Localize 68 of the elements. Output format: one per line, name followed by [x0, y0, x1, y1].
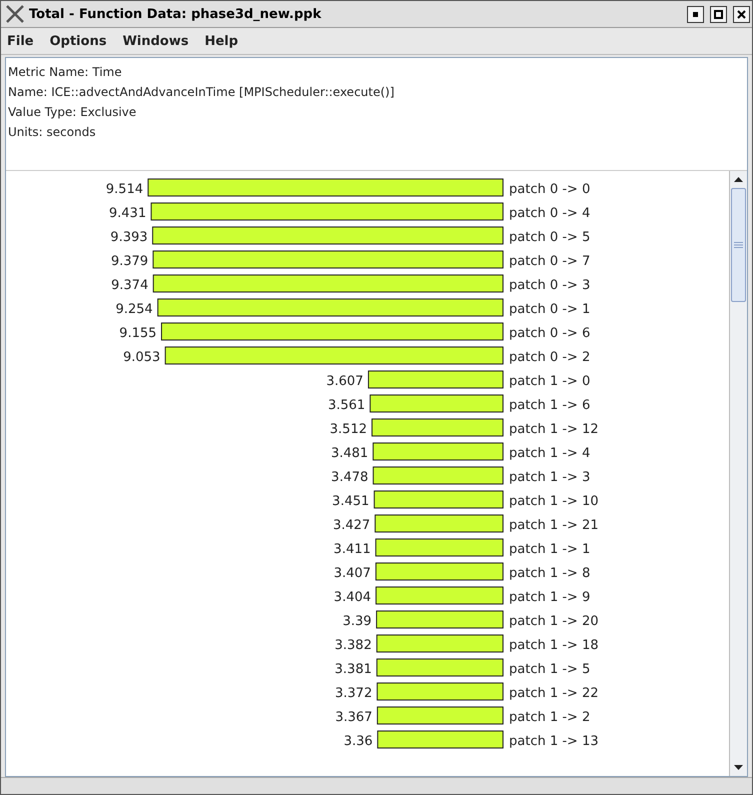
value-label: 3.561 — [328, 398, 366, 413]
value-label: 3.478 — [331, 470, 368, 485]
category-label: patch 0 -> 4 — [509, 206, 590, 221]
menu-item[interactable]: Options — [50, 34, 107, 48]
value-label: 3.39 — [342, 614, 372, 629]
category-label: patch 1 -> 21 — [509, 518, 598, 533]
value-label: 9.514 — [106, 182, 144, 197]
menu-item[interactable]: File — [7, 34, 34, 48]
minimize-icon — [693, 12, 698, 16]
category-label: patch 0 -> 2 — [509, 350, 590, 365]
category-label: patch 1 -> 12 — [509, 422, 598, 437]
category-label: patch 1 -> 10 — [509, 494, 598, 509]
value-label: 3.512 — [330, 422, 367, 437]
value-label: 3.36 — [344, 734, 373, 749]
x-logo-icon — [5, 5, 25, 23]
maximize-button[interactable] — [710, 6, 727, 22]
close-icon — [737, 10, 746, 18]
value-label: 3.427 — [332, 518, 370, 533]
category-label: patch 0 -> 0 — [509, 182, 590, 197]
value-label: 9.053 — [123, 350, 160, 365]
value-label: 9.254 — [116, 302, 153, 317]
value-label: 3.451 — [332, 494, 370, 509]
category-label: patch 1 -> 3 — [509, 470, 590, 485]
close-button[interactable] — [733, 6, 750, 22]
info-text: Metric Name: Time — [8, 64, 123, 81]
menu-item[interactable]: Help — [204, 34, 238, 48]
minimize-button[interactable] — [687, 6, 704, 22]
value-label: 3.607 — [326, 374, 364, 389]
value-label: 9.393 — [110, 230, 148, 245]
maximize-icon — [714, 10, 723, 18]
window-title: Total - Function Data: phase3d_new.ppk — [29, 6, 322, 22]
value-label: 9.431 — [109, 206, 146, 221]
vertical-scrollbar[interactable] — [729, 171, 747, 776]
category-label: patch 1 -> 22 — [509, 686, 598, 701]
value-label: 3.411 — [334, 542, 371, 557]
value-label: 9.374 — [111, 278, 148, 293]
value-label: 3.382 — [334, 638, 372, 653]
info-text: Name: ICE::advectAndAdvanceInTime [MPIScheduler::execute()] — [8, 84, 396, 101]
value-label: 3.481 — [330, 446, 368, 461]
value-label: 9.379 — [110, 254, 148, 269]
category-label: patch 1 -> 4 — [509, 446, 590, 461]
category-label: patch 0 -> 1 — [509, 302, 590, 317]
category-label: patch 1 -> 20 — [509, 614, 598, 629]
value-label: 3.404 — [334, 590, 372, 605]
value-label: 3.372 — [335, 686, 372, 701]
menu-item[interactable]: Windows — [122, 34, 189, 48]
category-label: patch 1 -> 1 — [509, 542, 590, 557]
info-text: Units: seconds — [8, 124, 97, 141]
info-text: Value Type: Exclusive — [8, 104, 138, 121]
category-label: patch 1 -> 0 — [509, 374, 590, 389]
value-label: 9.155 — [119, 326, 157, 341]
scroll-thumb[interactable] — [731, 188, 746, 302]
value-label: 3.367 — [335, 710, 372, 725]
value-label: 3.407 — [334, 566, 371, 581]
scroll-down-icon[interactable] — [734, 765, 743, 770]
category-label: patch 1 -> 9 — [509, 590, 590, 605]
category-label: patch 0 -> 7 — [509, 254, 590, 269]
category-label: patch 0 -> 3 — [509, 278, 590, 293]
category-label: patch 1 -> 5 — [509, 662, 590, 677]
category-label: patch 0 -> 6 — [509, 326, 590, 341]
scroll-up-icon[interactable] — [734, 177, 743, 182]
category-label: patch 1 -> 18 — [509, 638, 598, 653]
category-label: patch 1 -> 13 — [509, 734, 598, 749]
category-label: patch 0 -> 5 — [509, 230, 590, 245]
category-label: patch 1 -> 8 — [509, 566, 590, 581]
category-label: patch 1 -> 6 — [509, 398, 590, 413]
category-label: patch 1 -> 2 — [509, 710, 590, 725]
value-label: 3.381 — [334, 662, 372, 677]
